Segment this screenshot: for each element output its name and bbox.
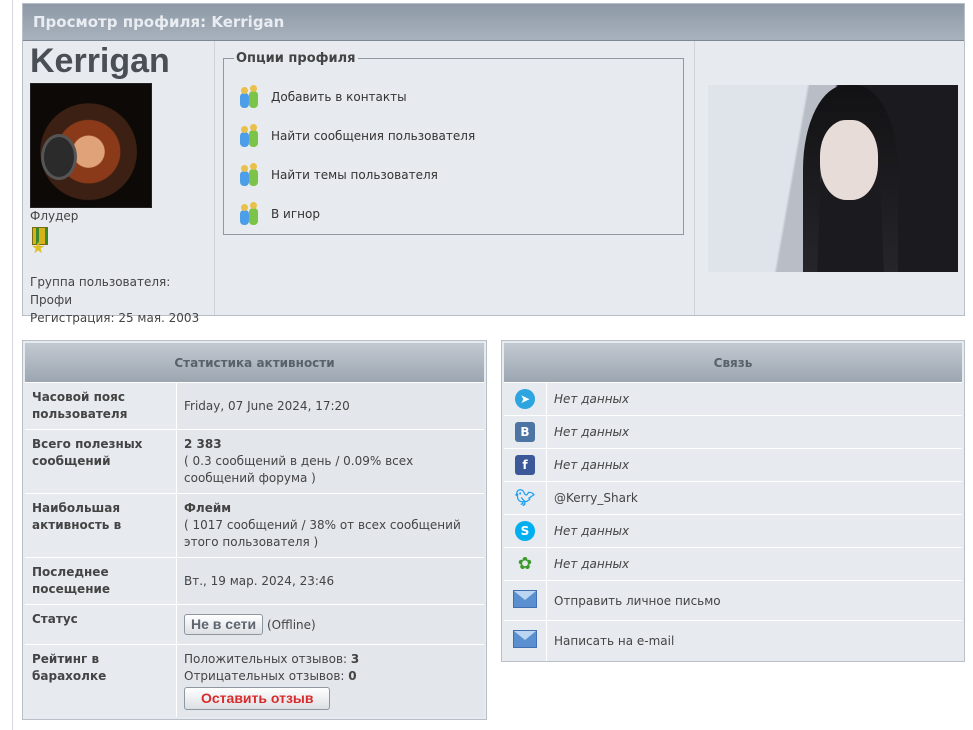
telegram-icon: ➤ xyxy=(515,389,535,409)
twitter-icon: 🐦︎ xyxy=(515,488,536,507)
avatar xyxy=(30,83,152,208)
total-posts: 2 383 xyxy=(184,437,222,451)
users-icon xyxy=(238,202,262,226)
row-label: Всего полезных сообщений xyxy=(25,429,177,494)
option-find-topics[interactable]: Найти темы пользователя xyxy=(238,160,438,190)
row-label: Статус xyxy=(25,604,177,645)
contact-table: Связь ➤ Нет данных В Нет данных f Нет да… xyxy=(504,343,962,661)
negative-value: 0 xyxy=(348,669,357,684)
row-label: Рейтинг в барахолке xyxy=(25,644,177,717)
list-item: В Нет данных xyxy=(504,415,962,449)
list-item: ➤ Нет данных xyxy=(504,382,962,416)
contact-value: Нет данных xyxy=(546,547,962,581)
profile-options: Опции профиля Добавить в контакты Найти … xyxy=(223,51,684,235)
profile-info-column: Kerrigan Флудер ★ Группа пользователя: П… xyxy=(23,41,215,325)
list-item: ✿ Нет данных xyxy=(504,547,962,581)
contact-title: Связь xyxy=(504,343,962,383)
option-label: Добавить в контакты xyxy=(271,90,407,104)
list-item: Отправить личное письмо xyxy=(504,580,962,621)
list-item: S Нет данных xyxy=(504,514,962,548)
mail-icon xyxy=(513,590,537,608)
contact-value: Нет данных xyxy=(546,514,962,548)
registration-date: Регистрация: 25 мая. 2003 xyxy=(30,311,200,325)
icq-icon: ✿ xyxy=(517,554,533,574)
status-text: (Offline) xyxy=(266,618,316,632)
row-label: Наибольшая активность в xyxy=(25,493,177,558)
user-group: Группа пользователя: Профи xyxy=(30,275,171,307)
leave-review-button[interactable]: Оставить отзыв xyxy=(184,687,331,711)
activity-stats-table: Статистика активности Часовой пояс польз… xyxy=(25,343,484,717)
profile-panel: Просмотр профиля: Kerrigan Kerrigan Флуд… xyxy=(22,3,965,325)
vk-icon: В xyxy=(515,422,535,442)
table-row: Наибольшая активность в Флейм ( 1017 соо… xyxy=(25,493,484,558)
profile-options-column: Опции профиля Добавить в контакты Найти … xyxy=(215,41,695,315)
activity-stats-panel: Статистика активности Часовой пояс польз… xyxy=(22,340,487,720)
option-label: Найти темы пользователя xyxy=(271,168,438,182)
row-label: Часовой пояс пользователя xyxy=(25,382,177,430)
contact-panel: Связь ➤ Нет данных В Нет данных f Нет да… xyxy=(501,340,965,662)
list-item: Написать на e-mail xyxy=(504,620,962,661)
activity-stats-title: Статистика активности xyxy=(25,343,484,383)
option-ignore[interactable]: В игнор xyxy=(238,199,320,229)
table-row: Рейтинг в барахолке Положительных отзыво… xyxy=(25,644,484,717)
row-value-cell: 2 383 ( 0.3 сообщений в день / 0.09% все… xyxy=(176,429,484,494)
user-group-info: Группа пользователя: Профи Регистрация: … xyxy=(30,273,214,327)
row-value-cell: Флейм ( 1017 сообщений / 38% от всех соо… xyxy=(176,493,484,558)
list-item: 🐦︎ @Kerry_Shark xyxy=(504,481,962,515)
posts-detail: ( 0.3 сообщений в день / 0.09% всех сооб… xyxy=(184,454,414,485)
contact-value: Нет данных xyxy=(546,448,962,482)
users-icon xyxy=(238,85,262,109)
table-row: Часовой пояс пользователя Friday, 07 Jun… xyxy=(25,382,484,430)
email-icon xyxy=(513,630,537,649)
user-rank: Флудер xyxy=(30,209,79,223)
profile-options-title: Опции профиля xyxy=(236,51,356,66)
table-row: Последнее посещение Вт., 19 мар. 2024, 2… xyxy=(25,557,484,605)
profile-photo xyxy=(708,85,958,272)
page-left-border xyxy=(12,0,13,730)
option-label: Найти сообщения пользователя xyxy=(271,129,476,143)
profile-header: Просмотр профиля: Kerrigan xyxy=(23,4,964,41)
twitter-handle[interactable]: @Kerry_Shark xyxy=(546,481,962,515)
send-pm-link[interactable]: Отправить личное письмо xyxy=(546,580,962,621)
table-row: Всего полезных сообщений 2 383 ( 0.3 соо… xyxy=(25,429,484,494)
negative-label: Отрицательных отзывов: xyxy=(184,669,345,684)
skype-icon: S xyxy=(515,521,535,541)
users-icon xyxy=(238,124,262,148)
row-value: Вт., 19 мар. 2024, 23:46 xyxy=(176,557,484,605)
username: Kerrigan xyxy=(30,42,170,80)
profile-photo-column xyxy=(695,41,964,315)
contact-value: Нет данных xyxy=(546,415,962,449)
top-forum-link[interactable]: Флейм xyxy=(184,501,231,515)
positive-value: 3 xyxy=(350,652,360,667)
contact-value: Нет данных xyxy=(546,382,962,416)
positive-label: Положительных отзывов: xyxy=(184,652,348,667)
users-icon xyxy=(238,163,262,187)
status-cell: Не в сети (Offline) xyxy=(176,604,484,645)
top-forum-detail: ( 1017 сообщений / 38% от всех сообщений… xyxy=(184,518,461,549)
offline-button[interactable]: Не в сети xyxy=(184,614,264,635)
table-row: Статус Не в сети (Offline) xyxy=(25,604,484,645)
row-label: Последнее посещение xyxy=(25,557,177,605)
list-item: f Нет данных xyxy=(504,448,962,482)
option-label: В игнор xyxy=(271,207,320,221)
send-email-link[interactable]: Написать на e-mail xyxy=(546,620,962,661)
option-add-contact[interactable]: Добавить в контакты xyxy=(238,82,407,112)
option-find-posts[interactable]: Найти сообщения пользователя xyxy=(238,121,475,151)
rating-cell: Положительных отзывов: 3 Отрицательных о… xyxy=(176,644,484,717)
medal-icon: ★ xyxy=(30,227,48,257)
facebook-icon: f xyxy=(515,455,535,475)
row-value: Friday, 07 June 2024, 17:20 xyxy=(176,382,484,430)
